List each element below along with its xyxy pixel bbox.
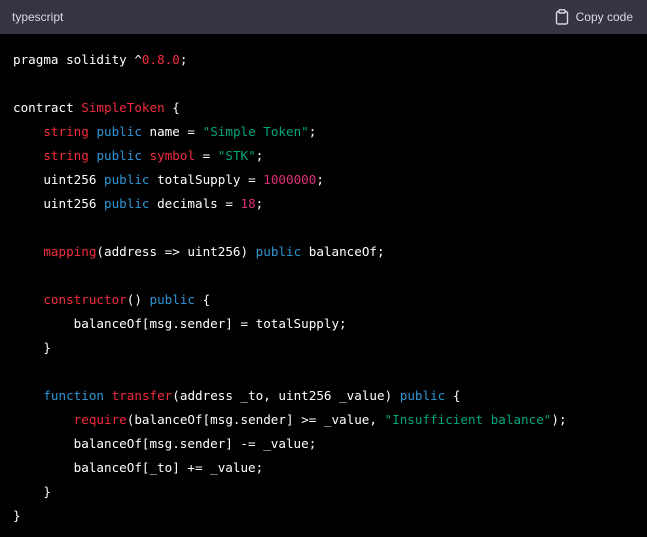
- code-line: ​: [13, 72, 647, 96]
- code-token: public: [96, 148, 142, 163]
- code-token: pragma solidity ^: [13, 52, 142, 67]
- code-line: }: [13, 336, 647, 360]
- code-token: require: [73, 412, 127, 427]
- code-token: "STK": [217, 148, 256, 163]
- code-line: ​: [13, 264, 647, 288]
- clipboard-icon: [555, 9, 569, 25]
- code-token: =: [195, 148, 218, 163]
- code-line: contract SimpleToken {: [13, 96, 647, 120]
- code-line: function transfer(address _to, uint256 _…: [13, 384, 647, 408]
- code-token: (address => uint256): [96, 244, 256, 259]
- code-line: ​: [13, 360, 647, 384]
- code-token: public: [96, 124, 142, 139]
- code-token: {: [445, 388, 461, 403]
- code-token: {: [195, 292, 211, 307]
- code-token: ;: [179, 52, 188, 67]
- code-token: "Simple Token": [202, 124, 309, 139]
- code-token: 18: [240, 196, 256, 211]
- code-token: }: [13, 484, 51, 499]
- code-header: typescript Copy code: [0, 0, 647, 34]
- code-token: balanceOf[msg.sender] = totalSupply;: [13, 316, 347, 331]
- code-token: symbol: [149, 148, 196, 163]
- code-token: public: [104, 196, 150, 211]
- copy-code-label: Copy code: [575, 10, 633, 24]
- code-token: public: [255, 244, 302, 259]
- code-line: mapping(address => uint256) public balan…: [13, 240, 647, 264]
- code-token: constructor: [43, 292, 127, 307]
- copy-code-button[interactable]: Copy code: [555, 9, 633, 25]
- code-token: name =: [141, 124, 203, 139]
- code-token: totalSupply =: [149, 172, 264, 187]
- code-line: ​: [13, 216, 647, 240]
- code-line: pragma solidity ^0.8.0;: [13, 48, 647, 72]
- code-token: mapping: [43, 244, 97, 259]
- code-content: pragma solidity ^0.8.0;​contract SimpleT…: [13, 48, 647, 528]
- code-token: decimals =: [149, 196, 241, 211]
- code-token: ;: [255, 196, 264, 211]
- code-token: (balanceOf[msg.sender] >= _value,: [126, 412, 385, 427]
- code-token: function: [43, 388, 105, 403]
- code-token: uint256: [13, 196, 104, 211]
- code-token: ;: [308, 124, 317, 139]
- code-area[interactable]: pragma solidity ^0.8.0;​contract SimpleT…: [13, 48, 647, 537]
- code-token: string: [43, 124, 89, 139]
- code-token: (address _to, uint256 _value): [172, 388, 400, 403]
- code-token: }: [13, 508, 21, 523]
- code-token: contract: [13, 100, 82, 115]
- code-token: public: [149, 292, 196, 307]
- code-token: string: [43, 148, 89, 163]
- code-line: balanceOf[_to] += _value;: [13, 456, 647, 480]
- code-token: );: [551, 412, 567, 427]
- code-token: 1000000: [263, 172, 317, 187]
- code-token: public: [399, 388, 446, 403]
- code-line: require(balanceOf[msg.sender] >= _value,…: [13, 408, 647, 432]
- code-line: balanceOf[msg.sender] = totalSupply;: [13, 312, 647, 336]
- code-token: balanceOf;: [301, 244, 385, 259]
- code-token: "Insufficient balance": [384, 412, 552, 427]
- code-token: SimpleToken: [81, 100, 165, 115]
- language-label: typescript: [12, 10, 64, 24]
- code-line: constructor() public {: [13, 288, 647, 312]
- code-token: (): [126, 292, 150, 307]
- code-token: 0.8.0: [141, 52, 180, 67]
- code-line: }: [13, 480, 647, 504]
- code-line: string public name = "Simple Token";: [13, 120, 647, 144]
- code-block: typescript Copy code pragma solidity ^0.…: [0, 0, 647, 537]
- code-token: ;: [255, 148, 264, 163]
- code-token: transfer: [111, 388, 173, 403]
- code-line: balanceOf[msg.sender] -= _value;: [13, 432, 647, 456]
- code-token: uint256: [13, 172, 104, 187]
- code-line: uint256 public totalSupply = 1000000;: [13, 168, 647, 192]
- code-token: }: [13, 340, 51, 355]
- code-token: {: [164, 100, 180, 115]
- code-line: }: [13, 504, 647, 528]
- code-token: balanceOf[msg.sender] -= _value;: [13, 436, 317, 451]
- code-token: ;: [316, 172, 324, 187]
- code-token: public: [104, 172, 150, 187]
- code-line: uint256 public decimals = 18;: [13, 192, 647, 216]
- code-token: balanceOf[_to] += _value;: [13, 460, 264, 475]
- code-line: string public symbol = "STK";: [13, 144, 647, 168]
